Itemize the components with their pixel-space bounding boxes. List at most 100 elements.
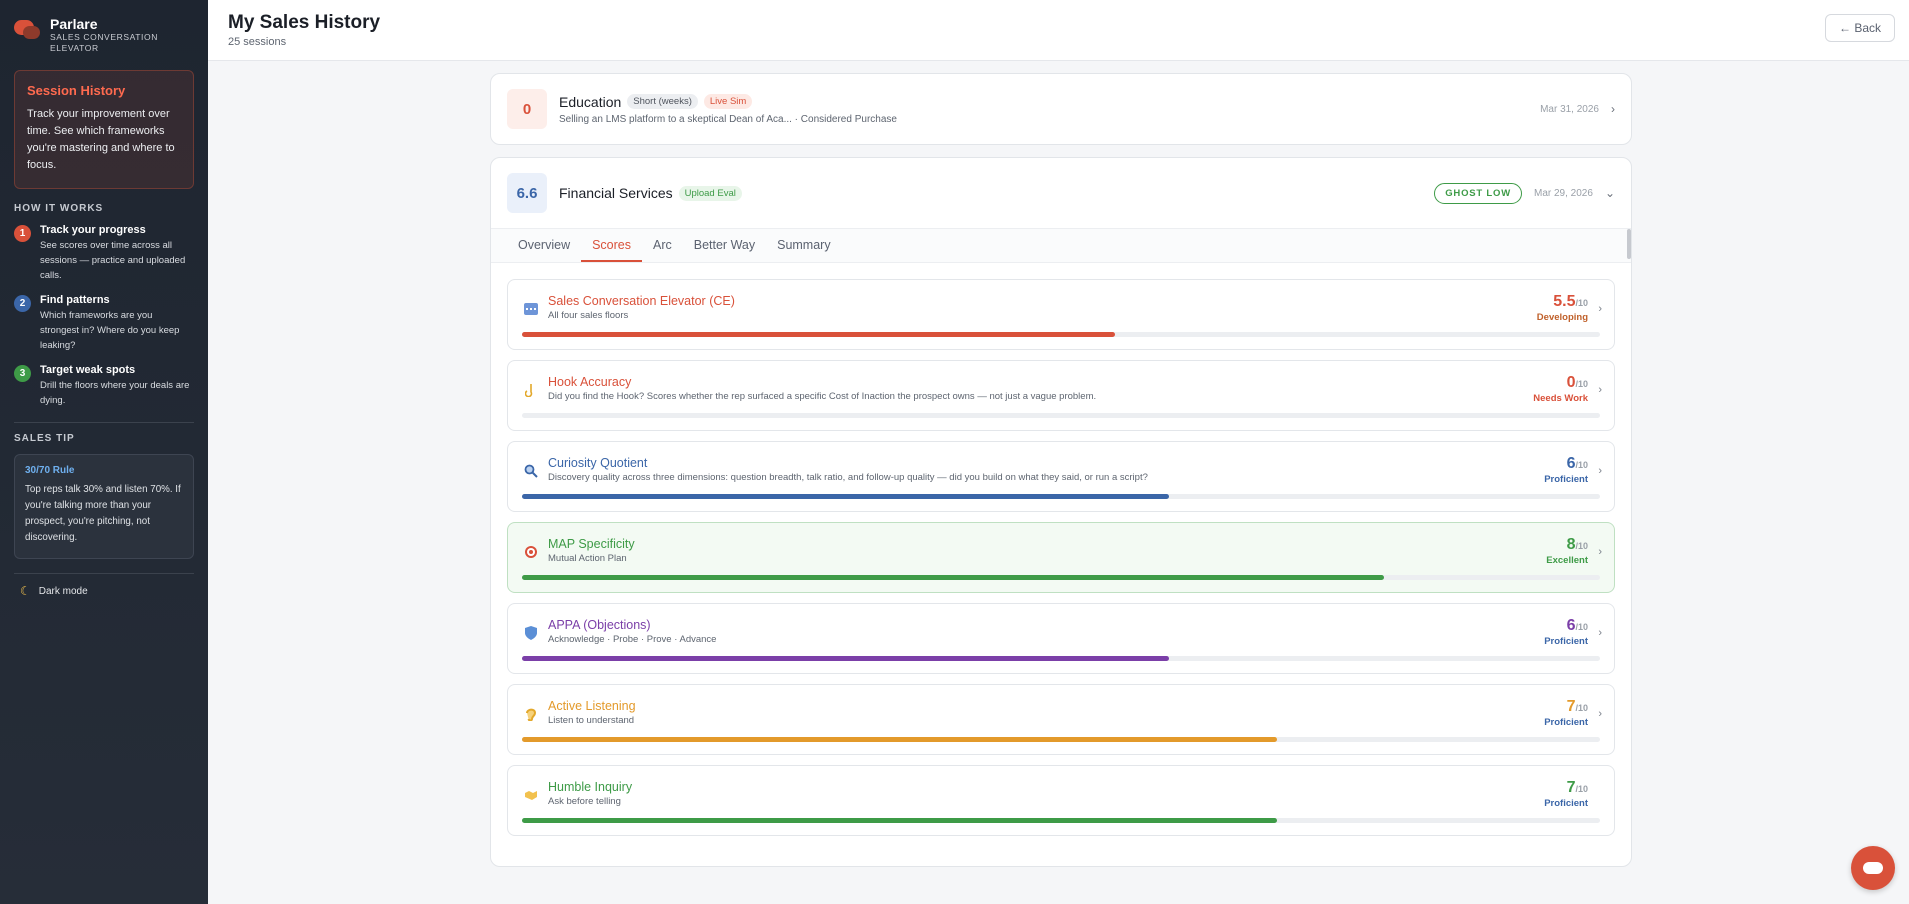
dark-mode-label: Dark mode xyxy=(38,585,88,597)
metric-level: Proficient xyxy=(1544,717,1588,728)
metric-score: 8/10 Excellent xyxy=(1546,536,1588,566)
session-card-expanded: 6.6 Financial Services Upload Eval GHOST… xyxy=(490,157,1632,867)
metric-score: 5.5/10 Developing xyxy=(1537,293,1588,323)
chevron-right-icon[interactable]: › xyxy=(1598,303,1602,315)
score-row[interactable]: Sales Conversation Elevator (CE) All four… xyxy=(507,279,1615,350)
divider xyxy=(14,422,194,423)
session-title: Financial Services xyxy=(559,185,673,201)
chevron-right-icon[interactable]: › xyxy=(1611,102,1615,116)
metric-desc: Did you find the Hook? Scores whether th… xyxy=(548,391,1097,402)
hook-icon xyxy=(524,383,538,397)
metric-desc: Discovery quality across three dimension… xyxy=(548,472,1148,483)
metric-score: 6/10 Proficient xyxy=(1544,455,1588,485)
chevron-down-icon[interactable]: ⌄ xyxy=(1605,186,1615,200)
session-list: 0 Education Short (weeks) Live Sim Selli… xyxy=(490,73,1632,879)
dark-mode-toggle[interactable]: ☾ Dark mode xyxy=(14,584,194,598)
step-number: 3 xyxy=(14,365,31,382)
tab-scores[interactable]: Scores xyxy=(581,229,642,262)
metric-desc: All four sales floors xyxy=(548,310,629,321)
moon-icon: ☾ xyxy=(20,584,31,598)
session-history-title: Session History xyxy=(27,83,126,98)
session-score: 0 xyxy=(507,89,547,129)
progress-track xyxy=(522,575,1600,580)
tab-better-way[interactable]: Better Way xyxy=(683,229,766,262)
progress-track xyxy=(522,737,1600,742)
chevron-right-icon[interactable]: › xyxy=(1598,384,1602,396)
metric-score: 7/10 Proficient xyxy=(1544,698,1588,728)
duration-badge: Short (weeks) xyxy=(627,94,698,109)
session-history-card: Session History Track your improvement o… xyxy=(14,70,194,189)
mode-badge: Upload Eval xyxy=(678,185,742,201)
progress-track xyxy=(522,413,1600,418)
mode-badge: Live Sim xyxy=(703,94,753,109)
metric-out-of: /10 xyxy=(1575,541,1588,551)
session-header[interactable]: 6.6 Financial Services Upload Eval GHOST… xyxy=(491,158,1631,228)
brand-subtitle: SALES CONVERSATION ELEVATOR xyxy=(50,32,158,53)
progress-fill xyxy=(522,332,1115,337)
session-date: Mar 29, 2026 xyxy=(1534,187,1593,199)
tab-summary[interactable]: Summary xyxy=(766,229,841,262)
step-1: 1 Track your progress See scores over ti… xyxy=(14,224,194,283)
metric-name: Active Listening xyxy=(548,699,636,713)
step-2: 2 Find patterns Which frameworks are you… xyxy=(14,294,194,353)
metric-level: Proficient xyxy=(1544,474,1588,485)
progress-fill xyxy=(522,656,1169,661)
metric-name: MAP Specificity xyxy=(548,537,635,551)
session-history-text: Track your improvement over time. See wh… xyxy=(27,108,175,171)
step-title: Find patterns xyxy=(40,294,110,306)
step-number: 2 xyxy=(14,295,31,312)
metric-level: Proficient xyxy=(1544,798,1588,809)
sidebar: Parlare SALES CONVERSATION ELEVATOR Sess… xyxy=(0,0,208,904)
metric-out-of: /10 xyxy=(1575,298,1588,308)
step-3: 3 Target weak spots Drill the floors whe… xyxy=(14,364,194,408)
metric-desc: Ask before telling xyxy=(548,796,621,807)
session-title: Education xyxy=(559,93,622,110)
scrollbar[interactable] xyxy=(1627,229,1631,259)
step-title: Target weak spots xyxy=(40,364,136,376)
ear-icon xyxy=(524,707,538,721)
tab-arc[interactable]: Arc xyxy=(642,229,683,262)
how-it-works-label: HOW IT WORKS xyxy=(14,203,104,214)
chevron-right-icon[interactable]: › xyxy=(1598,465,1602,477)
metric-score: 7/10 Proficient xyxy=(1544,779,1588,809)
chevron-right-icon[interactable]: › xyxy=(1598,546,1602,558)
sales-tip-card: 30/70 Rule Top reps talk 30% and listen … xyxy=(14,454,194,559)
score-row[interactable]: Hook Accuracy Did you find the Hook? Scor… xyxy=(507,360,1615,431)
score-row: Humble Inquiry Ask before telling 7/10 Prof… xyxy=(507,765,1615,836)
sales-tip-label: SALES TIP xyxy=(14,433,75,444)
score-row[interactable]: MAP Specificity Mutual Action Plan 8/10 Exc… xyxy=(507,522,1615,593)
chat-bubble-icon xyxy=(1863,862,1883,874)
ghost-badge: GHOST LOW xyxy=(1434,182,1522,204)
step-title: Track your progress xyxy=(40,224,146,236)
chat-bubbles-logo-icon xyxy=(14,20,42,42)
session-card[interactable]: 0 Education Short (weeks) Live Sim Selli… xyxy=(490,73,1632,145)
metric-score: 6/10 Proficient xyxy=(1544,617,1588,647)
chat-button[interactable] xyxy=(1851,846,1895,890)
session-desc: Selling an LMS platform to a skeptical D… xyxy=(559,113,897,125)
step-desc: Drill the floors where your deals are dy… xyxy=(40,380,190,406)
score-row[interactable]: Curiosity Quotient Discovery quality acro… xyxy=(507,441,1615,512)
metric-out-of: /10 xyxy=(1575,703,1588,713)
scores-panel: Sales Conversation Elevator (CE) All four… xyxy=(491,263,1631,866)
progress-track xyxy=(522,494,1600,499)
progress-fill xyxy=(522,818,1277,823)
progress-track xyxy=(522,818,1600,823)
chevron-right-icon[interactable]: › xyxy=(1598,708,1602,720)
metric-value: 5.5 xyxy=(1553,293,1576,310)
shield-icon xyxy=(524,626,538,640)
back-button[interactable]: ← Back xyxy=(1824,14,1895,42)
step-desc: See scores over time across all sessions… xyxy=(40,240,186,281)
divider xyxy=(14,573,194,574)
brand[interactable]: Parlare SALES CONVERSATION ELEVATOR xyxy=(14,16,194,54)
tab-overview[interactable]: Overview xyxy=(507,229,581,262)
step-desc: Which frameworks are you strongest in? W… xyxy=(40,310,180,351)
metric-level: Excellent xyxy=(1546,555,1588,566)
metric-score: 0/10 Needs Work xyxy=(1533,374,1588,404)
metric-name: Humble Inquiry xyxy=(548,780,633,794)
chevron-right-icon[interactable]: › xyxy=(1598,627,1602,639)
metric-out-of: /10 xyxy=(1575,784,1588,794)
session-score: 6.6 xyxy=(507,173,547,213)
score-row[interactable]: APPA (Objections) Acknowledge · Probe · P… xyxy=(507,603,1615,674)
score-row[interactable]: Active Listening Listen to understand 7/10… xyxy=(507,684,1615,755)
session-date: Mar 31, 2026 xyxy=(1540,103,1599,115)
